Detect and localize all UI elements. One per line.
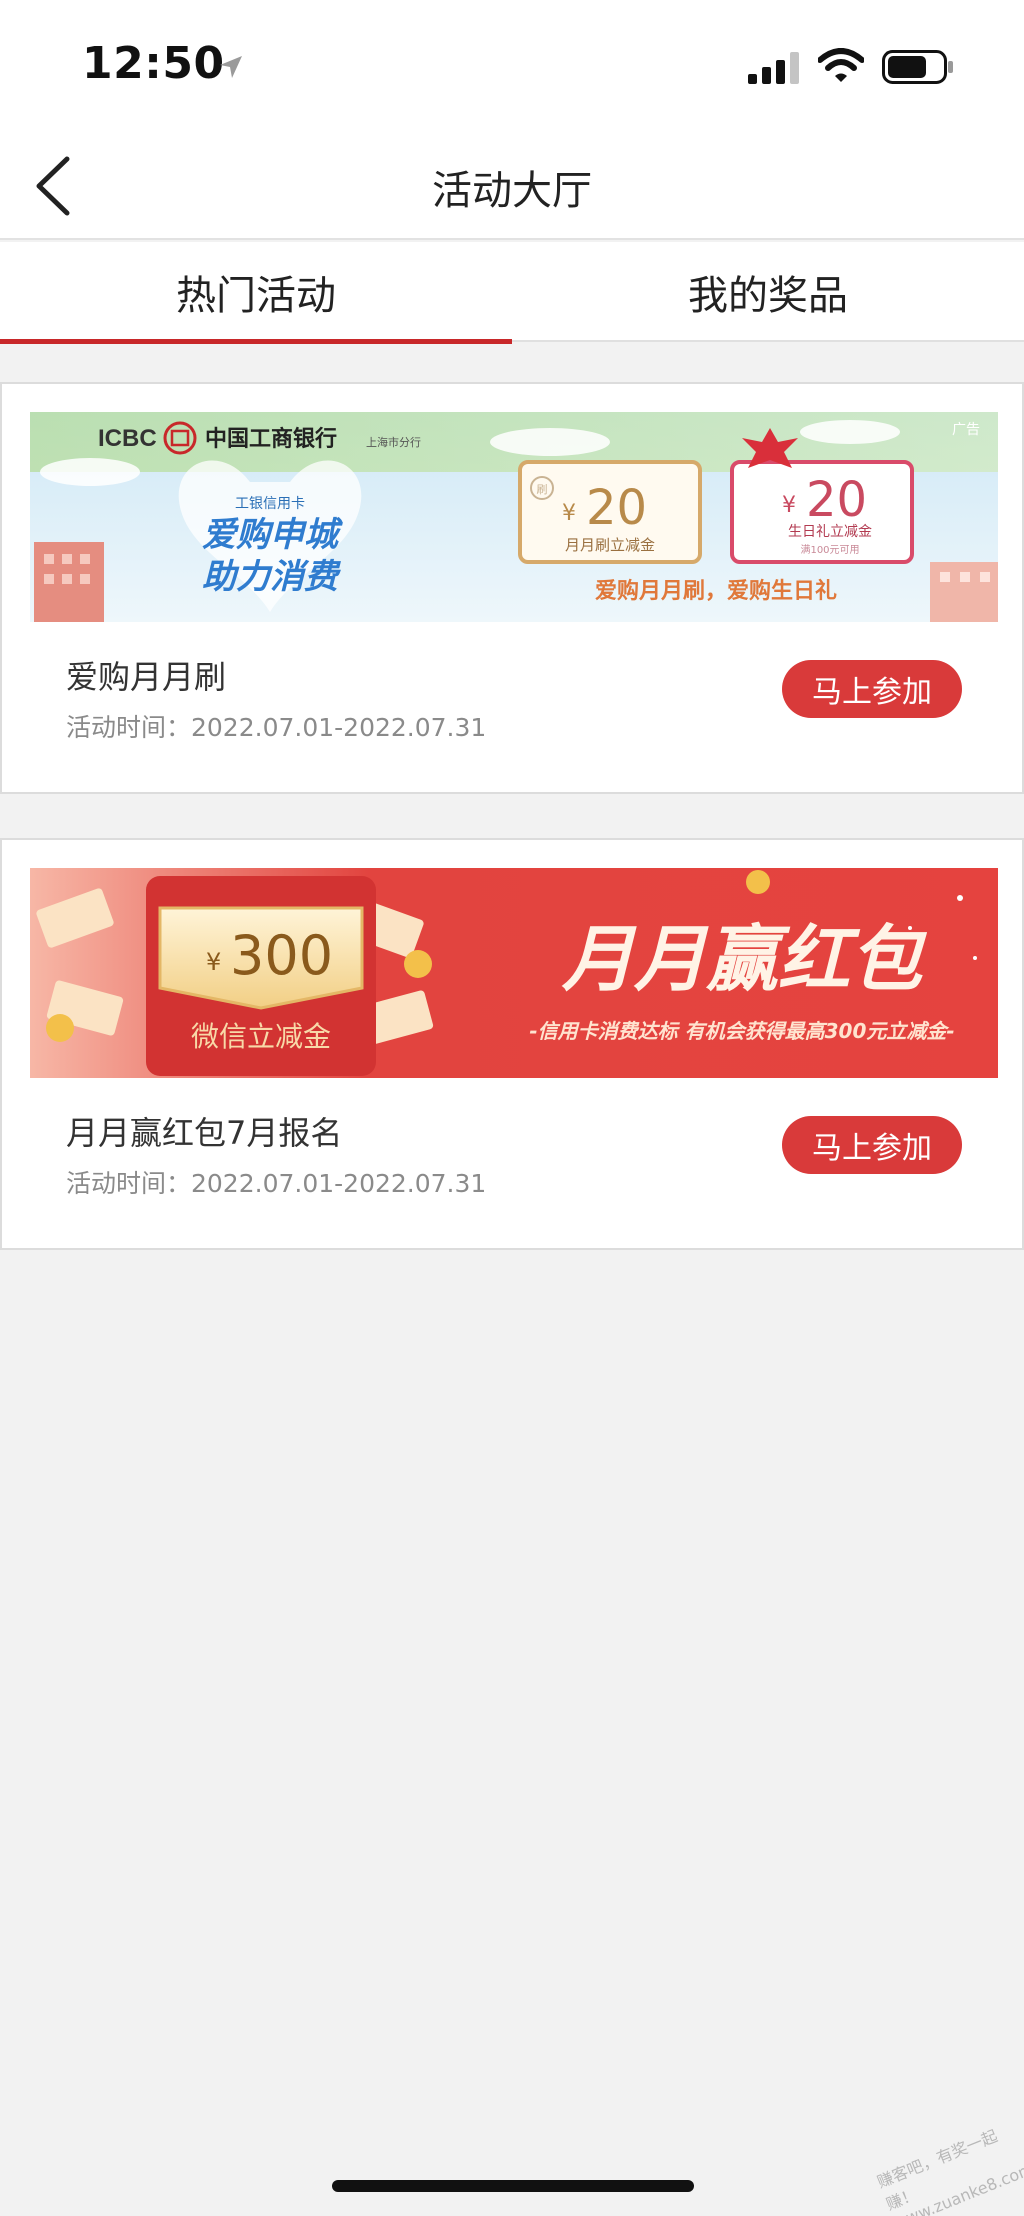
coupon-1-currency: ¥ (562, 501, 576, 526)
tab-my-prizes[interactable]: 我的奖品 (512, 242, 1024, 342)
tab-hot-activities[interactable]: 热门活动 (0, 242, 512, 344)
activity-card: ICBC 中国工商银行 上海市分行 广告 工银信用卡 爱购申城 助力消费 刷 ¥… (0, 382, 1024, 794)
location-arrow-icon (220, 56, 242, 78)
coupon-2-note: 满100元可用 (800, 544, 859, 556)
coin-icon (746, 870, 770, 894)
envelope-currency: ¥ (206, 948, 221, 976)
coin-icon (404, 950, 432, 978)
coupon-2-label: 生日礼立减金 (788, 524, 872, 540)
coupon-1-label: 月月刷立减金 (565, 536, 655, 554)
banner-card-label: 工银信用卡 (235, 496, 305, 512)
activity-time: 活动时间：2022.07.01-2022.07.31 (66, 1169, 487, 1198)
banner-bank-code: ICBC (98, 425, 157, 452)
watermark: 赚客吧，有奖一起赚！ www.zuanke8.com (874, 2126, 1024, 2216)
banner-headline-2: 助力消费 (202, 557, 341, 597)
activity-banner-red-packet[interactable]: ¥ 300 微信立减金 月月赢红包 -信用卡消费达标 有机会获得最高300元立减… (30, 868, 998, 1078)
activity-time: 活动时间：2022.07.01-2022.07.31 (66, 713, 487, 742)
banner-headline-1: 爱购申城 (202, 515, 343, 555)
activity-banner-icbc[interactable]: ICBC 中国工商银行 上海市分行 广告 工银信用卡 爱购申城 助力消费 刷 ¥… (30, 412, 998, 622)
page-title: 活动大厅 (432, 168, 592, 214)
battery-icon (882, 50, 953, 84)
status-bar: 12:50 (0, 0, 1024, 130)
tab-label: 热门活动 (176, 273, 336, 319)
status-time: 12:50 (82, 38, 225, 89)
envelope-amount: 300 (230, 924, 333, 987)
banner-bank-name: 中国工商银行 (205, 426, 337, 452)
tab-bar: 热门活动 我的奖品 (0, 242, 1024, 344)
ad-tag: 广告 (952, 422, 980, 438)
cellular-signal-icon (748, 52, 799, 84)
banner-branch: 上海市分行 (366, 435, 421, 449)
banner-art: ¥ 300 微信立减金 月月赢红包 -信用卡消费达标 有机会获得最高300元立减… (30, 868, 998, 1078)
banner-headline: 月月赢红包 (561, 917, 928, 1001)
banner-art: ICBC 中国工商银行 上海市分行 广告 工银信用卡 爱购申城 助力消费 刷 ¥… (30, 412, 998, 622)
tab-label: 我的奖品 (688, 273, 848, 319)
coupon-2-currency: ¥ (782, 493, 796, 518)
home-indicator[interactable] (332, 2180, 694, 2192)
envelope-label: 微信立减金 (191, 1020, 331, 1053)
nav-bar: 活动大厅 (0, 130, 1024, 240)
activity-title: 爱购月月刷 (66, 658, 227, 696)
coupon-1-badge: 刷 (537, 483, 548, 496)
activity-card: ¥ 300 微信立减金 月月赢红包 -信用卡消费达标 有机会获得最高300元立减… (0, 838, 1024, 1250)
coupon-2-amount: 20 (806, 472, 867, 528)
wifi-icon (818, 48, 864, 82)
coin-icon (46, 1014, 74, 1042)
activity-title: 月月赢红包7月报名 (66, 1114, 343, 1152)
join-button[interactable]: 马上参加 (782, 660, 962, 718)
coupon-1-amount: 20 (586, 480, 647, 536)
banner-slogan: 爱购月月刷，爱购生日礼 (595, 578, 837, 604)
join-button[interactable]: 马上参加 (782, 1116, 962, 1174)
active-tab-indicator (0, 339, 512, 344)
banner-subline: -信用卡消费达标 有机会获得最高300元立减金- (529, 1019, 954, 1043)
